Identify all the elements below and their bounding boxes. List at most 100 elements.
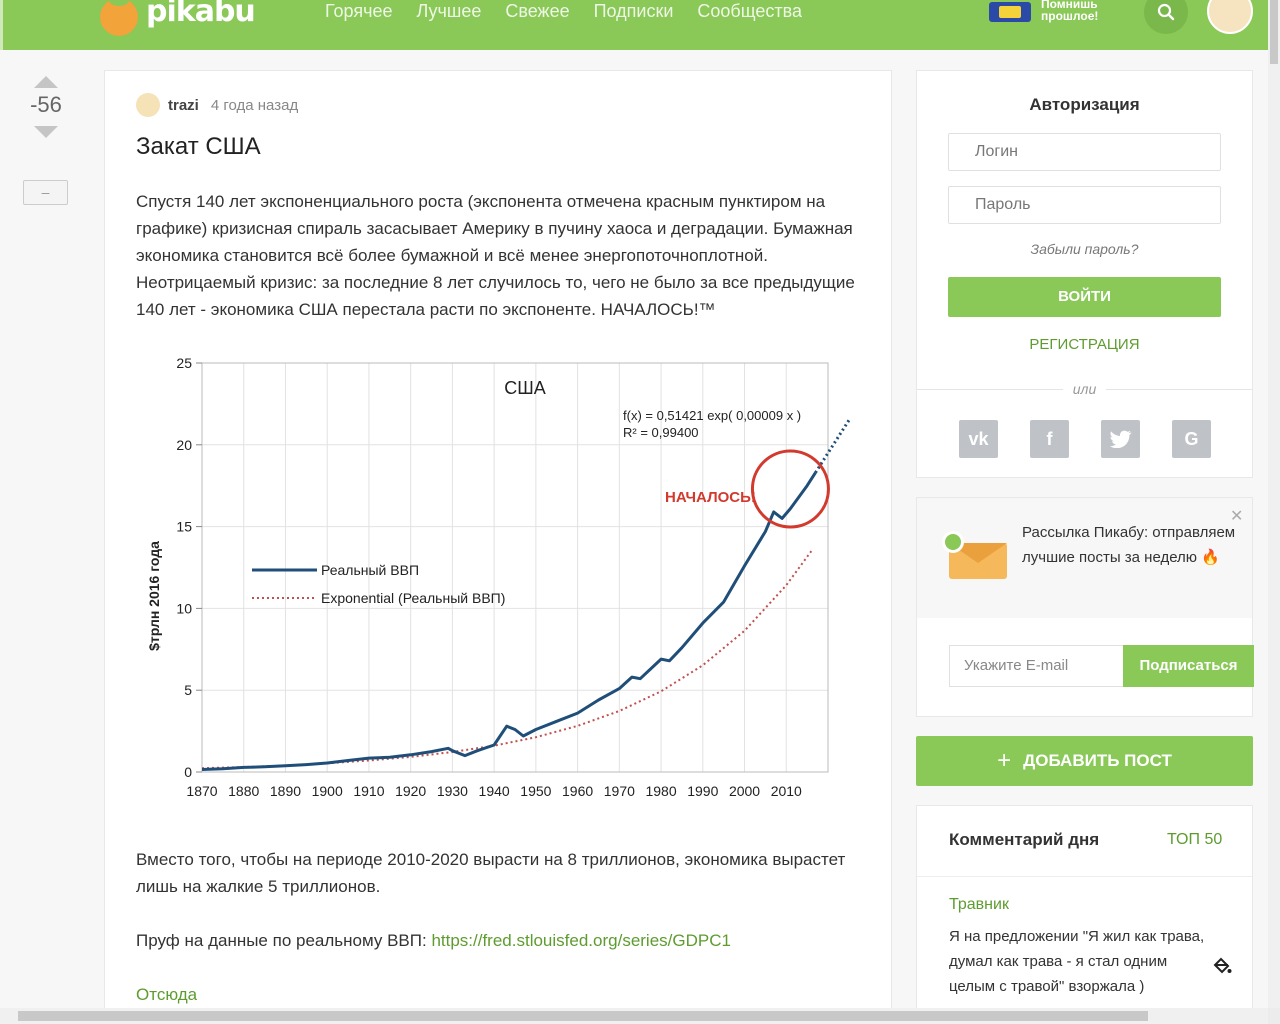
twitter-icon[interactable] — [1101, 420, 1140, 458]
x-tick-label: 1900 — [312, 783, 343, 799]
logo-icon — [100, 0, 138, 36]
email-input[interactable]: Укажите E-mail — [949, 645, 1124, 687]
x-tick-label: 1870 — [186, 783, 217, 799]
plus-icon: + — [997, 747, 1012, 774]
x-tick-label: 1890 — [270, 783, 301, 799]
x-tick-label: 1910 — [353, 783, 384, 799]
header-edge — [0, 0, 3, 50]
chart-title: США — [504, 378, 546, 398]
chart-svg: 1870 1880 1890 1900 1910 1920 1930 1940 1950 1960… — [146, 356, 851, 799]
y-tick-label: 20 — [176, 437, 192, 453]
login-input[interactable]: Логин — [948, 133, 1221, 171]
search-icon — [1157, 3, 1175, 21]
promo-text: Помнишь прошлое! — [1041, 0, 1098, 22]
main-nav: Горячее Лучшее Свежее Подписки Сообществ… — [325, 0, 802, 22]
login-button[interactable]: ВОЙТИ — [948, 277, 1221, 317]
scroll-thumb[interactable] — [18, 1011, 1148, 1021]
story-author: trazi 4 года назад — [136, 93, 298, 117]
fire-icon: 🔥 — [1201, 549, 1220, 566]
chart-annotation: НАЧАЛОСЬ! — [665, 489, 756, 506]
y-tick-label: 15 — [176, 519, 192, 535]
auth-title: Авторизация — [1029, 95, 1140, 114]
subscribe-button[interactable]: Подписаться — [1123, 645, 1254, 687]
proof-link[interactable]: https://fred.stlouisfed.org/series/GDPC1 — [431, 931, 731, 950]
cassette-icon — [989, 2, 1031, 22]
badge-icon — [942, 531, 964, 553]
legend-label-real: Реальный ВВП — [321, 562, 419, 578]
vote-up-icon[interactable] — [34, 76, 58, 88]
x-tick-label: 1930 — [437, 783, 468, 799]
nav-fresh[interactable]: Свежее — [505, 0, 569, 22]
scrollbar-corner — [1268, 1008, 1280, 1024]
story-card: trazi 4 года назад Закат США Спустя 140 … — [104, 70, 892, 1024]
newsletter-promo: ✕ Рассылка Пикабу: отправляем лучшие пос… — [917, 498, 1252, 618]
y-tick-label: 0 — [184, 764, 192, 780]
logo-text: pikabu — [146, 0, 256, 29]
x-tick-label: 1990 — [687, 783, 718, 799]
user-avatar[interactable] — [1207, 0, 1253, 34]
story-paragraph-2: Вместо того, чтобы на периоде 2010-2020 … — [136, 850, 846, 896]
y-tick-label: 5 — [184, 682, 192, 698]
vertical-scrollbar[interactable] — [1268, 0, 1280, 1008]
promo-line-2: прошлое! — [1041, 9, 1099, 23]
promo-banner[interactable]: Помнишь прошлое! — [989, 0, 1098, 22]
nav-hot[interactable]: Горячее — [325, 0, 393, 22]
x-tick-label: 1940 — [479, 783, 510, 799]
story-proof: Пруф на данные по реальному ВВП: https:/… — [136, 927, 866, 954]
gdp-chart: 1870 1880 1890 1900 1910 1920 1930 1940 1950 1960… — [135, 356, 870, 826]
register-link[interactable]: РЕГИСТРАЦИЯ — [917, 336, 1252, 353]
comment-of-day-card: Комментарий дня ТОП 50 Травник Я на пред… — [916, 805, 1253, 1024]
horizontal-scrollbar[interactable] — [0, 1008, 1268, 1024]
proof-label: Пруф на данные по реальному ВВП: — [136, 931, 432, 950]
facebook-icon[interactable]: f — [1030, 420, 1069, 458]
add-post-button[interactable]: + ДОБАВИТЬ ПОСТ — [916, 736, 1253, 786]
vk-icon[interactable]: vk — [959, 420, 998, 458]
chart-ylabel: $трлн 2016 года — [146, 541, 162, 651]
vote-down-icon[interactable] — [34, 126, 58, 138]
nav-subscriptions[interactable]: Подписки — [594, 0, 674, 22]
or-label: или — [917, 381, 1252, 397]
x-tick-label: 1880 — [228, 783, 259, 799]
forgot-password-link[interactable]: Забыли пароль? — [917, 241, 1252, 257]
divider — [917, 876, 1252, 877]
source-link[interactable]: Отсюда — [136, 985, 197, 1004]
chart-r-squared: R² = 0,99400 — [623, 425, 699, 440]
paint-bucket-icon — [1212, 956, 1232, 981]
post-time: 4 года назад — [210, 96, 299, 114]
top-50-link[interactable]: ТОП 50 — [1167, 831, 1222, 849]
x-tick-label: 1950 — [520, 783, 551, 799]
x-tick-label: 2010 — [771, 783, 802, 799]
series-line-0 — [201, 471, 817, 771]
author-avatar[interactable] — [136, 93, 160, 117]
series-line-1 — [201, 550, 813, 770]
comment-author[interactable]: Травник — [949, 896, 1009, 914]
vote-count: -56 — [30, 92, 62, 117]
add-post-label: ДОБАВИТЬ ПОСТ — [1023, 751, 1172, 770]
highlight-circle — [750, 449, 830, 529]
scroll-thumb[interactable] — [1270, 0, 1278, 64]
story-title[interactable]: Закат США — [136, 133, 261, 161]
auth-card: Авторизация Логин Пароль Забыли пароль? … — [916, 70, 1253, 478]
password-input[interactable]: Пароль — [948, 186, 1221, 224]
y-tick-label: 10 — [176, 600, 192, 616]
x-tick-label: 1980 — [645, 783, 676, 799]
x-tick-label: 1960 — [562, 783, 593, 799]
or-text: или — [1062, 381, 1107, 397]
comment-of-day-title: Комментарий дня — [949, 830, 1100, 849]
x-tick-label: 1920 — [395, 783, 426, 799]
search-button[interactable] — [1144, 0, 1188, 34]
logo[interactable]: pikabu — [100, 0, 256, 36]
legend-label-exp: Exponential (Реальный ВВП) — [321, 590, 505, 606]
nav-best[interactable]: Лучшее — [417, 0, 482, 22]
top-header: pikabu Горячее Лучшее Свежее Подписки Со… — [0, 0, 1268, 50]
collapse-button[interactable]: – — [23, 180, 68, 205]
story-paragraph: Спустя 140 лет экспоненциального роста (… — [136, 192, 855, 319]
nav-communities[interactable]: Сообщества — [697, 0, 802, 22]
chart-legend: Реальный ВВП Exponential (Реальный ВВП) — [252, 562, 505, 606]
vote-panel: -56 — [22, 70, 70, 146]
comment-text: Я на предложении "Я жил как трава, думал… — [949, 928, 1205, 995]
twitter-bird-icon — [1109, 430, 1131, 448]
x-tick-label: 1970 — [604, 783, 635, 799]
google-icon[interactable]: G — [1172, 420, 1211, 458]
author-name[interactable]: trazi — [168, 97, 199, 114]
